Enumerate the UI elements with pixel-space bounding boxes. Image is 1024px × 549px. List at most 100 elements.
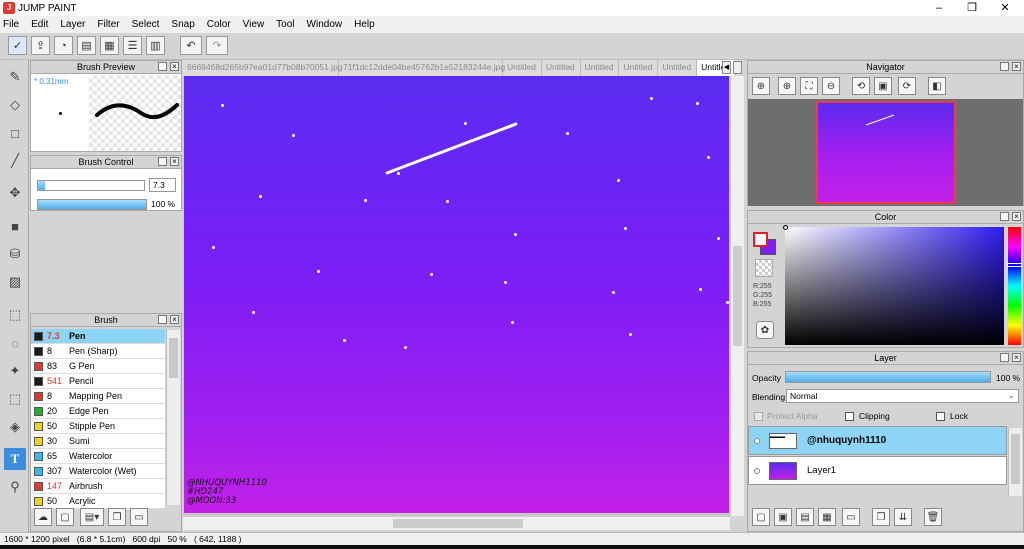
menu-view[interactable]: View	[243, 19, 265, 30]
menu-layer[interactable]: Layer	[60, 19, 85, 30]
brush-list-item[interactable]: 20 Edge Pen	[31, 404, 165, 419]
message-icon[interactable]: ▤	[77, 36, 96, 55]
menu-snap[interactable]: Snap	[171, 19, 194, 30]
layer-row[interactable]: ▬▬▬ @nhuquynh1110	[748, 426, 1007, 455]
brush-menu-icon[interactable]: ▤▾	[80, 508, 104, 526]
reset-rotation-icon[interactable]: ▣	[874, 77, 892, 95]
close-window-button[interactable]: ✕	[988, 0, 1022, 16]
shape-tool-icon[interactable]: □	[4, 122, 26, 144]
new-layer-icon[interactable]: ▢	[752, 508, 770, 526]
foreground-color-swatch[interactable]	[753, 232, 768, 247]
new-halftone-layer-icon[interactable]: ▣	[774, 508, 792, 526]
clipping-checkbox[interactable]	[845, 412, 854, 421]
select-pen-tool-icon[interactable]: ⬚	[4, 388, 26, 410]
brush-size-slider[interactable]	[37, 180, 145, 191]
menu-color[interactable]: Color	[207, 19, 231, 30]
tab-untitled[interactable]: Untitled	[658, 60, 698, 76]
zoom-out-icon[interactable]: ⊖	[822, 77, 840, 95]
layer-folder-icon[interactable]: ▭	[842, 508, 860, 526]
rotate-right-icon[interactable]: ⟳	[898, 77, 916, 95]
rotate-left-icon[interactable]: ⟲	[852, 77, 870, 95]
protect-alpha-checkbox[interactable]	[754, 412, 763, 421]
brush-list-item[interactable]: 50 Stipple Pen	[31, 419, 165, 434]
maximize-button[interactable]: ❐	[955, 0, 989, 16]
tab-document-2[interactable]: 71f1dc12dde04be45762b1e52183244e.jpg	[339, 60, 505, 76]
scroll-thumb[interactable]	[1011, 434, 1020, 484]
brush-list-scrollbar[interactable]	[166, 330, 180, 505]
magic-wand-tool-icon[interactable]: ✦	[4, 360, 26, 382]
layer-row[interactable]: Layer1	[748, 456, 1007, 485]
gradient-tool-icon[interactable]: ▨	[4, 271, 26, 293]
canvas-vertical-scrollbar[interactable]	[730, 76, 744, 516]
transparent-color-swatch[interactable]	[755, 259, 773, 277]
list-icon[interactable]: ☰	[123, 36, 142, 55]
float-icon[interactable]	[158, 157, 167, 166]
merge-layer-icon[interactable]: ⇊	[894, 508, 912, 526]
close-icon[interactable]: ×	[170, 315, 179, 324]
zoom-in-alt-icon[interactable]: ⊕	[778, 77, 796, 95]
brush-list-item[interactable]: 7.3 Pen	[31, 329, 165, 344]
share-icon[interactable]: ⇪	[31, 36, 50, 55]
hue-marker[interactable]	[1007, 263, 1022, 267]
select-rect-tool-icon[interactable]: ⬚	[4, 304, 26, 326]
brush-list-item[interactable]: 541 Pencil	[31, 374, 165, 389]
menu-edit[interactable]: Edit	[31, 19, 48, 30]
float-icon[interactable]	[158, 315, 167, 324]
brush-list-item[interactable]: 83 G Pen	[31, 359, 165, 374]
undo-icon[interactable]: ↶	[180, 36, 202, 55]
redo-icon[interactable]: ↷	[206, 36, 228, 55]
close-icon[interactable]: ×	[170, 157, 179, 166]
lock-checkbox[interactable]	[936, 412, 945, 421]
text-tool-icon[interactable]: T	[4, 448, 26, 470]
close-icon[interactable]: ×	[1012, 353, 1021, 362]
eye-icon[interactable]	[754, 437, 760, 444]
close-icon[interactable]: ×	[170, 62, 179, 71]
eraser-tool-icon[interactable]: ◇	[4, 94, 26, 116]
float-icon[interactable]	[1000, 353, 1009, 362]
brush-cloud-icon[interactable]: ☁	[34, 508, 52, 526]
close-icon[interactable]: ×	[1012, 62, 1021, 71]
float-icon[interactable]	[1000, 62, 1009, 71]
layer-opacity-slider[interactable]	[785, 371, 991, 383]
tab-prev-icon[interactable]: ◀	[722, 61, 731, 74]
menu-help[interactable]: Help	[354, 19, 375, 30]
lasso-tool-icon[interactable]: ◌	[4, 332, 26, 354]
scroll-thumb[interactable]	[393, 519, 523, 528]
flip-icon[interactable]: ◧	[928, 77, 946, 95]
tab-untitled[interactable]: Untitled	[581, 60, 620, 76]
eye-icon[interactable]	[754, 467, 760, 474]
navigator-thumbnail[interactable]	[816, 101, 956, 204]
canvas-horizontal-scrollbar[interactable]	[183, 516, 730, 530]
scroll-thumb[interactable]	[733, 246, 742, 346]
move-tool-icon[interactable]: ✥	[4, 182, 26, 204]
bucket-tool-icon[interactable]: ⛁	[4, 243, 26, 265]
navigator-viewport[interactable]	[748, 99, 1023, 206]
document-icon[interactable]: ▦	[100, 36, 119, 55]
tab-untitled[interactable]: Untitled	[503, 60, 542, 76]
palette-icon[interactable]: ✿	[756, 321, 774, 339]
new-brush-icon[interactable]: ▢	[56, 508, 74, 526]
hue-slider[interactable]	[1007, 227, 1022, 345]
brush-list-item[interactable]: 8 Mapping Pen	[31, 389, 165, 404]
brush-copy-icon[interactable]: ❐	[108, 508, 126, 526]
brush-tool-icon[interactable]: ✎	[4, 66, 26, 88]
duplicate-layer-icon[interactable]: ❐	[872, 508, 890, 526]
float-icon[interactable]	[158, 62, 167, 71]
brush-folder-icon[interactable]: ▭	[130, 508, 148, 526]
blending-select[interactable]: Normal ⌄	[786, 389, 1019, 403]
float-icon[interactable]	[1000, 212, 1009, 221]
zoom-in-icon[interactable]: ⊕	[752, 77, 770, 95]
brush-list-item[interactable]: 147 Airbrush	[31, 479, 165, 494]
menu-select[interactable]: Select	[132, 19, 160, 30]
tab-next-icon[interactable]	[733, 61, 742, 74]
layer-list-scrollbar[interactable]	[1008, 428, 1022, 496]
grid-icon[interactable]: ▥	[146, 36, 165, 55]
tab-untitled[interactable]: Untitled	[619, 60, 659, 76]
saturation-value-picker[interactable]	[783, 225, 1004, 345]
line-tool-icon[interactable]: ╱	[4, 150, 26, 172]
tab-document-1[interactable]: 6669468d265b97ea01d77b08b70051.jpg	[183, 60, 343, 76]
menu-filter[interactable]: Filter	[97, 19, 119, 30]
fit-screen-icon[interactable]: ⛶	[800, 77, 818, 95]
brush-list-item[interactable]: 8 Pen (Sharp)	[31, 344, 165, 359]
close-icon[interactable]: ×	[1012, 212, 1021, 221]
